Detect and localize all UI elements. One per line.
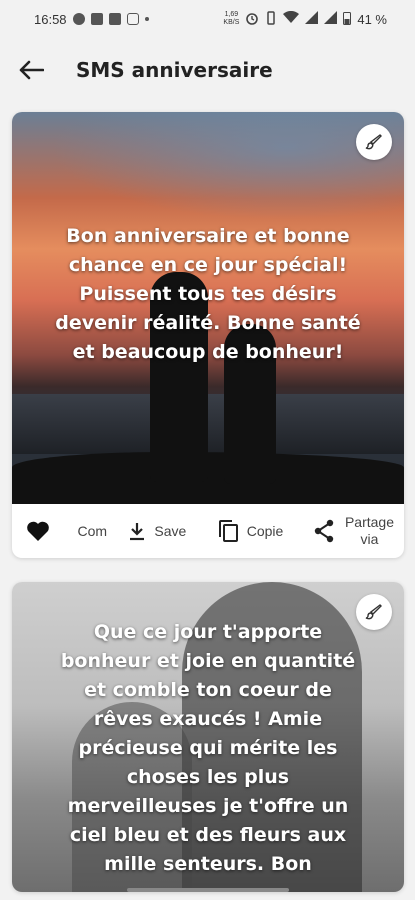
brush-icon	[365, 604, 382, 620]
share-label-line1: Partage	[344, 514, 394, 530]
network-speed-unit: KB/S	[223, 19, 240, 26]
copy-button[interactable]: Copie	[217, 519, 313, 543]
card-quote: Que ce jour t'apporte bonheur et joie en…	[60, 621, 356, 875]
page-title: SMS anniversaire	[76, 58, 273, 82]
card-image: Que ce jour t'apporte bonheur et joie en…	[12, 582, 404, 892]
app-icon-2	[108, 13, 121, 25]
message-card: Que ce jour t'apporte bonheur et joie en…	[12, 582, 404, 892]
wifi-icon	[283, 10, 300, 27]
brush-icon	[365, 134, 382, 150]
battery-icon	[343, 11, 352, 28]
battery-percent: 41 %	[357, 11, 387, 27]
card-image: Bon anniversaire et bonne chance en ce j…	[12, 112, 404, 504]
signal-icon	[305, 11, 319, 27]
copy-label: Copie	[246, 523, 284, 539]
network-speed: 1,69 KB/S	[223, 11, 239, 27]
app-bar: SMS anniversaire	[0, 40, 415, 100]
sky-cloud	[12, 112, 404, 232]
comment-label: Com	[77, 523, 108, 539]
like-button[interactable]	[26, 520, 53, 542]
heart-icon	[27, 521, 49, 541]
edit-button[interactable]	[356, 594, 392, 630]
sea	[12, 394, 404, 454]
save-label: Save	[154, 523, 187, 539]
share-button[interactable]: Partage via	[313, 514, 394, 548]
save-button[interactable]: Save	[128, 521, 216, 541]
notification-icon	[72, 13, 85, 25]
app-icon	[90, 13, 103, 25]
status-bar: 16:58 1,69 KB/S 41 %	[0, 0, 415, 38]
instagram-icon	[126, 13, 139, 25]
comment-button[interactable]: Com	[69, 523, 128, 539]
card-actions: Com Save Copie Partage via	[12, 504, 404, 558]
message-card: Bon anniversaire et bonne chance en ce j…	[12, 112, 404, 558]
back-button[interactable]	[16, 55, 46, 85]
network-speed-value: 1,69	[224, 11, 239, 18]
status-time: 16:58	[34, 11, 67, 27]
card-quote: Bon anniversaire et bonne chance en ce j…	[55, 225, 361, 363]
download-icon	[130, 523, 145, 541]
share-icon	[314, 519, 334, 543]
signal-icon-2	[324, 11, 338, 27]
edit-button[interactable]	[356, 124, 392, 160]
alarm-icon	[245, 11, 259, 28]
ground	[12, 452, 404, 504]
arrow-left-icon	[19, 60, 44, 80]
copy-icon	[218, 520, 238, 542]
share-label-line2: via	[360, 531, 379, 547]
vibrate-icon	[265, 10, 277, 28]
share-label: Partage via	[345, 514, 394, 548]
more-notifications-icon	[144, 17, 149, 21]
gesture-bar[interactable]	[127, 888, 289, 892]
